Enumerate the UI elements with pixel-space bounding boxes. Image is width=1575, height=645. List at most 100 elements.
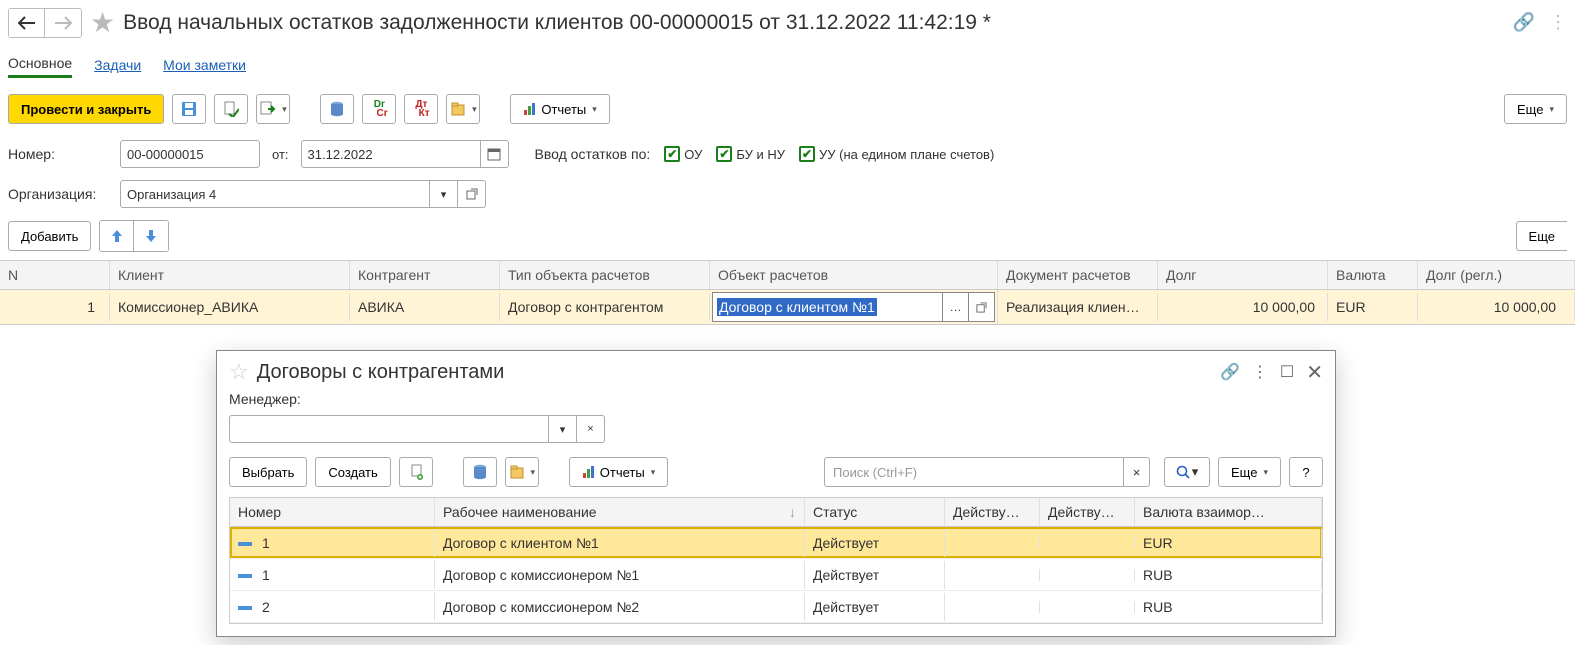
popup-row[interactable]: 1 Договор с клиентом №1 Действует EUR [230,527,1322,559]
popup-close-icon[interactable]: ✕ [1306,360,1323,385]
popup-files-button[interactable]: ▾ [505,457,539,487]
col-tip[interactable]: Тип объекта расчетов [500,261,710,289]
pcell-num: 2 [230,593,435,621]
tab-tasks[interactable]: Задачи [94,53,141,77]
col-debt[interactable]: Долг [1158,261,1328,289]
select-button[interactable]: Выбрать [229,457,307,487]
files-icon [450,101,466,117]
popup-reports-button[interactable]: Отчеты ▾ [569,457,668,487]
pcol-d2[interactable]: Действу… [1040,498,1135,526]
checkbox-bunu[interactable]: ✔ [716,146,732,162]
more-label: Еще [1517,102,1543,117]
checkbox-ou[interactable]: ✔ [664,146,680,162]
create-based-on-button[interactable]: ▾ [256,94,290,124]
copy-button[interactable] [399,457,433,487]
reports-label: Отчеты [541,102,586,117]
tab-notes[interactable]: Мои заметки [163,53,246,77]
post-and-close-button[interactable]: Провести и закрыть [8,94,164,124]
col-kontr[interactable]: Контрагент [350,261,500,289]
checkbox-uu-label: УУ (на едином плане счетов) [819,147,994,162]
search-button[interactable]: ▾ [1164,457,1210,487]
pcell-num-val: 1 [262,535,270,551]
popup-structure-button[interactable] [463,457,497,487]
pcell-d1 [945,601,1040,613]
move-down-button[interactable] [134,221,168,251]
popup-row[interactable]: 1 Договор с комиссионером №1 Действует R… [230,559,1322,591]
manager-dropdown-button[interactable]: ▾ [549,415,577,443]
org-dropdown-button[interactable]: ▾ [430,180,458,208]
tab-main[interactable]: Основное [8,51,72,78]
title-bar: ★ Ввод начальных остатков задолженности … [0,0,1575,45]
object-open-button[interactable] [969,292,995,322]
add-row-button[interactable]: Добавить [8,221,91,251]
col-n[interactable]: N [0,261,110,289]
form-row-number: Номер: 00-00000015 от: 31.12.2022 Ввод о… [0,136,1575,176]
manager-clear-button[interactable]: × [577,415,605,443]
calendar-button[interactable] [481,140,509,168]
move-up-button[interactable] [100,221,134,251]
cell-regl: 10 000,00 [1418,293,1575,321]
search-input[interactable]: Поиск (Ctrl+F) [824,457,1124,487]
more-button[interactable]: Еще ▾ [1504,94,1567,124]
org-field[interactable]: Организация 4 [120,180,430,208]
main-grid: N Клиент Контрагент Тип объекта расчетов… [0,260,1575,325]
search-clear-button[interactable]: × [1124,457,1150,487]
grid-row[interactable]: 1 Комиссионер_АВИКА АВИКА Договор с конт… [0,290,1575,324]
row-marker-icon [238,542,252,546]
pcell-status: Действует [805,561,945,589]
row-marker-icon [238,574,252,578]
files-button[interactable]: ▾ [446,94,480,124]
object-select-button[interactable]: … [943,292,969,322]
grid-more-button[interactable]: Еще [1516,221,1567,251]
pcol-curr[interactable]: Валюта взаимор… [1135,498,1322,526]
main-toolbar: Провести и закрыть ▾ Dr Cr Дт Кт ▾ Отчет… [0,88,1575,136]
form-row-org: Организация: Организация 4 ▾ [0,176,1575,216]
dtkt-button[interactable]: Дт Кт [404,94,438,124]
cell-client: Комиссионер_АВИКА [110,293,350,321]
structure-button[interactable] [320,94,354,124]
pcol-d1[interactable]: Действу… [945,498,1040,526]
pcol-name[interactable]: Рабочее наименование↓ [435,498,805,526]
popup-maximize-icon[interactable]: ☐ [1280,362,1294,382]
date-field-group: 31.12.2022 [301,140,509,168]
pcol-status[interactable]: Статус [805,498,945,526]
back-button[interactable] [9,9,45,37]
kebab-menu-icon[interactable]: ⋮ [1549,12,1567,33]
pcol-num[interactable]: Номер [230,498,435,526]
col-regl[interactable]: Долг (регл.) [1418,261,1575,289]
pcell-d2 [1040,537,1135,549]
popup-kebab-icon[interactable]: ⋮ [1252,362,1268,382]
forward-button[interactable] [45,9,81,37]
cell-obj[interactable]: Договор с клиентом №1 … [710,290,998,324]
reports-button[interactable]: Отчеты ▾ [510,94,609,124]
pcell-curr: RUB [1135,561,1322,589]
calendar-icon [487,147,501,161]
col-curr[interactable]: Валюта [1328,261,1418,289]
org-open-button[interactable] [458,180,486,208]
col-doc[interactable]: Документ расчетов [998,261,1158,289]
manager-field-group: ▾ × [229,415,605,443]
pcell-num: 1 [230,561,435,589]
link-icon[interactable]: 🔗 [1513,12,1535,33]
popup-row[interactable]: 2 Договор с комиссионером №2 Действует R… [230,591,1322,623]
object-input[interactable]: Договор с клиентом №1 [712,292,943,322]
favorite-star-icon[interactable]: ★ [90,6,115,39]
drcr-button[interactable]: Dr Cr [362,94,396,124]
popup-link-icon[interactable]: 🔗 [1220,362,1240,382]
col-client[interactable]: Клиент [110,261,350,289]
popup-favorite-icon[interactable]: ☆ [229,359,249,385]
row-marker-icon [238,606,252,610]
date-field[interactable]: 31.12.2022 [301,140,481,168]
save-button[interactable] [172,94,206,124]
arrow-down-icon [145,229,157,243]
col-obj[interactable]: Объект расчетов [710,261,998,289]
db-icon [473,464,487,480]
post-button[interactable] [214,94,248,124]
create-button[interactable]: Создать [315,457,390,487]
help-button[interactable]: ? [1289,457,1323,487]
checkbox-uu[interactable]: ✔ [799,146,815,162]
manager-field[interactable] [229,415,549,443]
db-icon [330,101,344,117]
number-field[interactable]: 00-00000015 [120,140,260,168]
popup-more-button[interactable]: Еще ▾ [1218,457,1281,487]
